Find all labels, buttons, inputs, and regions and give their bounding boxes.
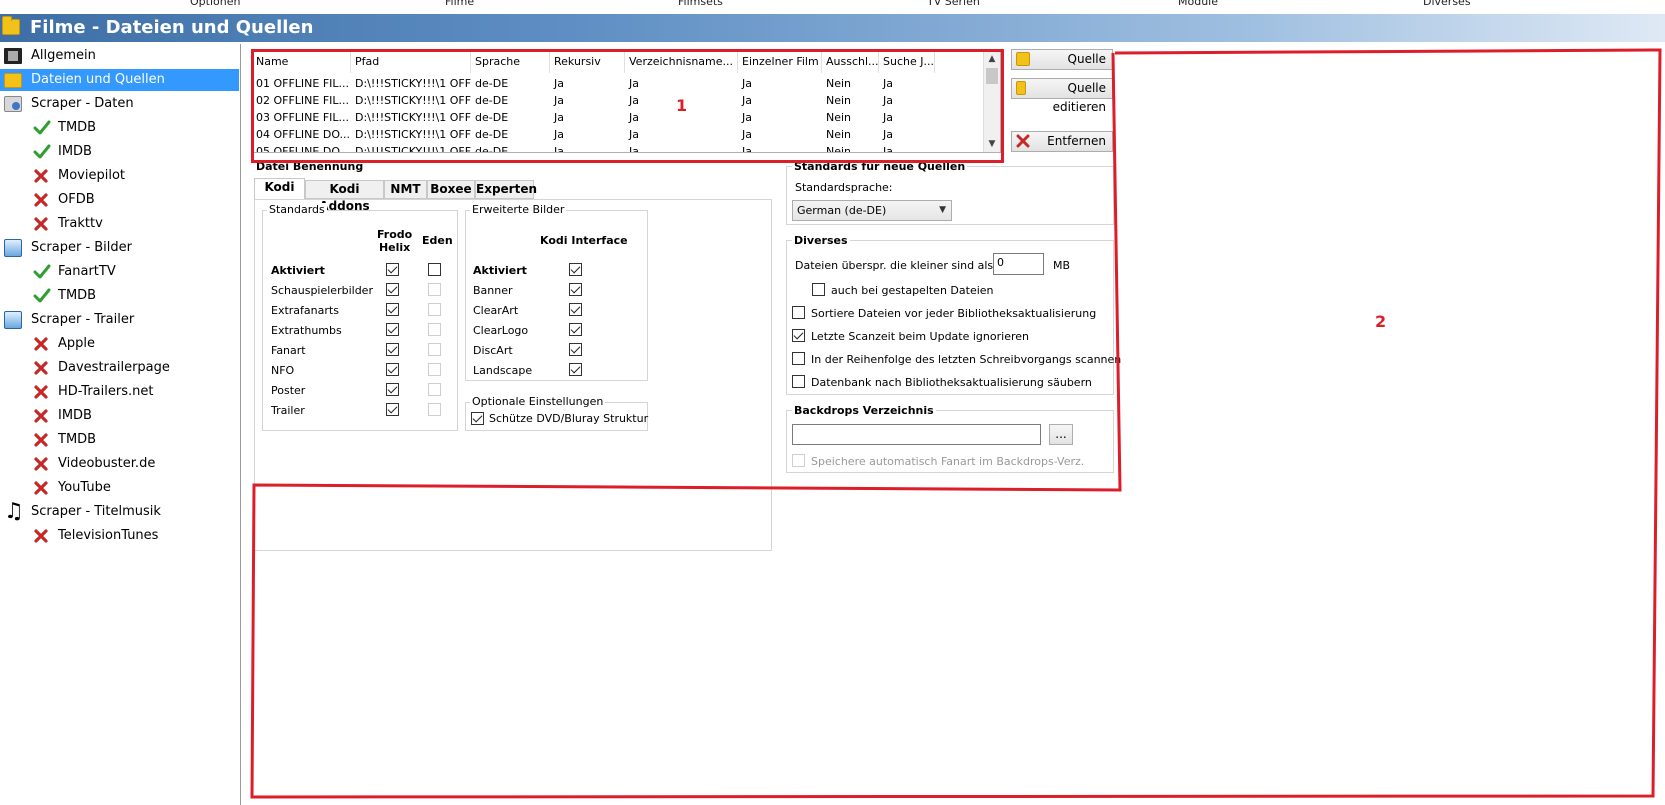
sidebar-item-label: TMDB [58, 288, 97, 303]
sidebar-item-label: Allgemein [31, 48, 96, 63]
title-bar: Filme - Dateien und Quellen [0, 14, 1665, 42]
sidebar-item-label: Trakttv [58, 216, 103, 231]
menu-item-diverses[interactable]: Diverses [1423, 0, 1471, 8]
sidebar-item-apple[interactable]: Apple [0, 333, 239, 355]
sidebar-item-imdb[interactable]: IMDB [0, 141, 239, 163]
menu-item-tv-serien[interactable]: TV Serien [927, 0, 980, 8]
folder-icon [4, 73, 22, 88]
sidebar-item-fanarttv[interactable]: FanartTV [0, 261, 239, 283]
settings-sidebar: Allgemein Dateien und Quellen Scraper - Da… [0, 44, 241, 805]
sidebar-item-label: IMDB [58, 144, 92, 159]
sidebar-item-label: Videobuster.de [58, 456, 156, 471]
sidebar-item-label: HD-Trailers.net [58, 384, 154, 399]
menu-item-filmsets[interactable]: Filmsets [678, 0, 723, 8]
sidebar-item-davestrailerpage[interactable]: Davestrailerpage [0, 357, 239, 379]
sidebar-item-trakttv[interactable]: Trakttv [0, 213, 239, 235]
page-title: Filme - Dateien und Quellen [30, 17, 314, 38]
menu-item-filme[interactable]: Filme [445, 0, 474, 8]
annotation-box-2 [250, 48, 1662, 799]
sidebar-item-label: TMDB [58, 120, 97, 135]
sidebar-item-label: Scraper - Titelmusik [31, 504, 161, 519]
film-icon [4, 48, 22, 64]
top-menu: Optionen Filme Filmsets TV Serien Module… [0, 0, 1665, 8]
sidebar-item-label: Moviepilot [58, 168, 125, 183]
image-icon [4, 311, 22, 329]
music-note-icon: ♫ [4, 499, 24, 524]
sidebar-item-ofdb[interactable]: OFDB [0, 189, 239, 211]
x-icon [34, 481, 48, 495]
check-icon [33, 144, 51, 159]
x-icon [34, 433, 48, 447]
sidebar-item-scraper-titelmusik[interactable]: ♫ Scraper - Titelmusik [0, 501, 239, 523]
x-icon [34, 409, 48, 423]
sidebar-item-dateien-und-quellen[interactable]: Dateien und Quellen [0, 69, 239, 91]
sidebar-item-allgemein[interactable]: Allgemein [0, 45, 239, 67]
sidebar-item-scraper-bilder[interactable]: Scraper - Bilder [0, 237, 239, 259]
sidebar-item-label: Apple [58, 336, 96, 351]
sidebar-item-scraper-trailer[interactable]: Scraper - Trailer [0, 309, 239, 331]
sidebar-item-label: OFDB [58, 192, 95, 207]
sidebar-item-label: TelevisionTunes [58, 528, 159, 543]
sidebar-item-label: IMDB [58, 408, 92, 423]
sidebar-item-label: Dateien und Quellen [31, 72, 165, 87]
sidebar-item-scraper-daten[interactable]: Scraper - Daten [0, 93, 239, 115]
sidebar-item-hd-trailers-net[interactable]: HD-Trailers.net [0, 381, 239, 403]
menu-item-module[interactable]: Module [1178, 0, 1218, 8]
image-icon [4, 239, 22, 257]
x-icon [34, 457, 48, 471]
annotation-label-2: 2 [1375, 312, 1387, 331]
check-icon [33, 264, 51, 279]
x-icon [34, 217, 48, 231]
sidebar-item-label: Davestrailerpage [58, 360, 170, 375]
menu-item-optionen[interactable]: Optionen [190, 0, 240, 8]
sidebar-item-tmdb[interactable]: TMDB [0, 117, 239, 139]
sidebar-item-label: Scraper - Daten [31, 96, 134, 111]
sidebar-item-label: TMDB [58, 432, 97, 447]
x-icon [34, 193, 48, 207]
sidebar-item-imdb[interactable]: IMDB [0, 405, 239, 427]
sidebar-item-label: FanartTV [58, 264, 116, 279]
x-icon [34, 337, 48, 351]
x-icon [34, 361, 48, 375]
sidebar-item-tmdb[interactable]: TMDB [0, 429, 239, 451]
sidebar-item-youtube[interactable]: YouTube [0, 477, 239, 499]
sidebar-item-videobuster-de[interactable]: Videobuster.de [0, 453, 239, 475]
x-icon [34, 529, 48, 543]
x-icon [34, 385, 48, 399]
check-icon [33, 288, 51, 303]
sidebar-item-televisiontunes[interactable]: TelevisionTunes [0, 525, 239, 547]
scraper-icon [4, 96, 22, 112]
sidebar-item-label: Scraper - Trailer [31, 312, 135, 327]
sidebar-item-label: YouTube [58, 480, 111, 495]
sidebar-item-moviepilot[interactable]: Moviepilot [0, 165, 239, 187]
x-icon [34, 169, 48, 183]
check-icon [33, 120, 51, 135]
folder-icon [2, 16, 20, 35]
sidebar-item-label: Scraper - Bilder [31, 240, 132, 255]
sidebar-item-tmdb[interactable]: TMDB [0, 285, 239, 307]
